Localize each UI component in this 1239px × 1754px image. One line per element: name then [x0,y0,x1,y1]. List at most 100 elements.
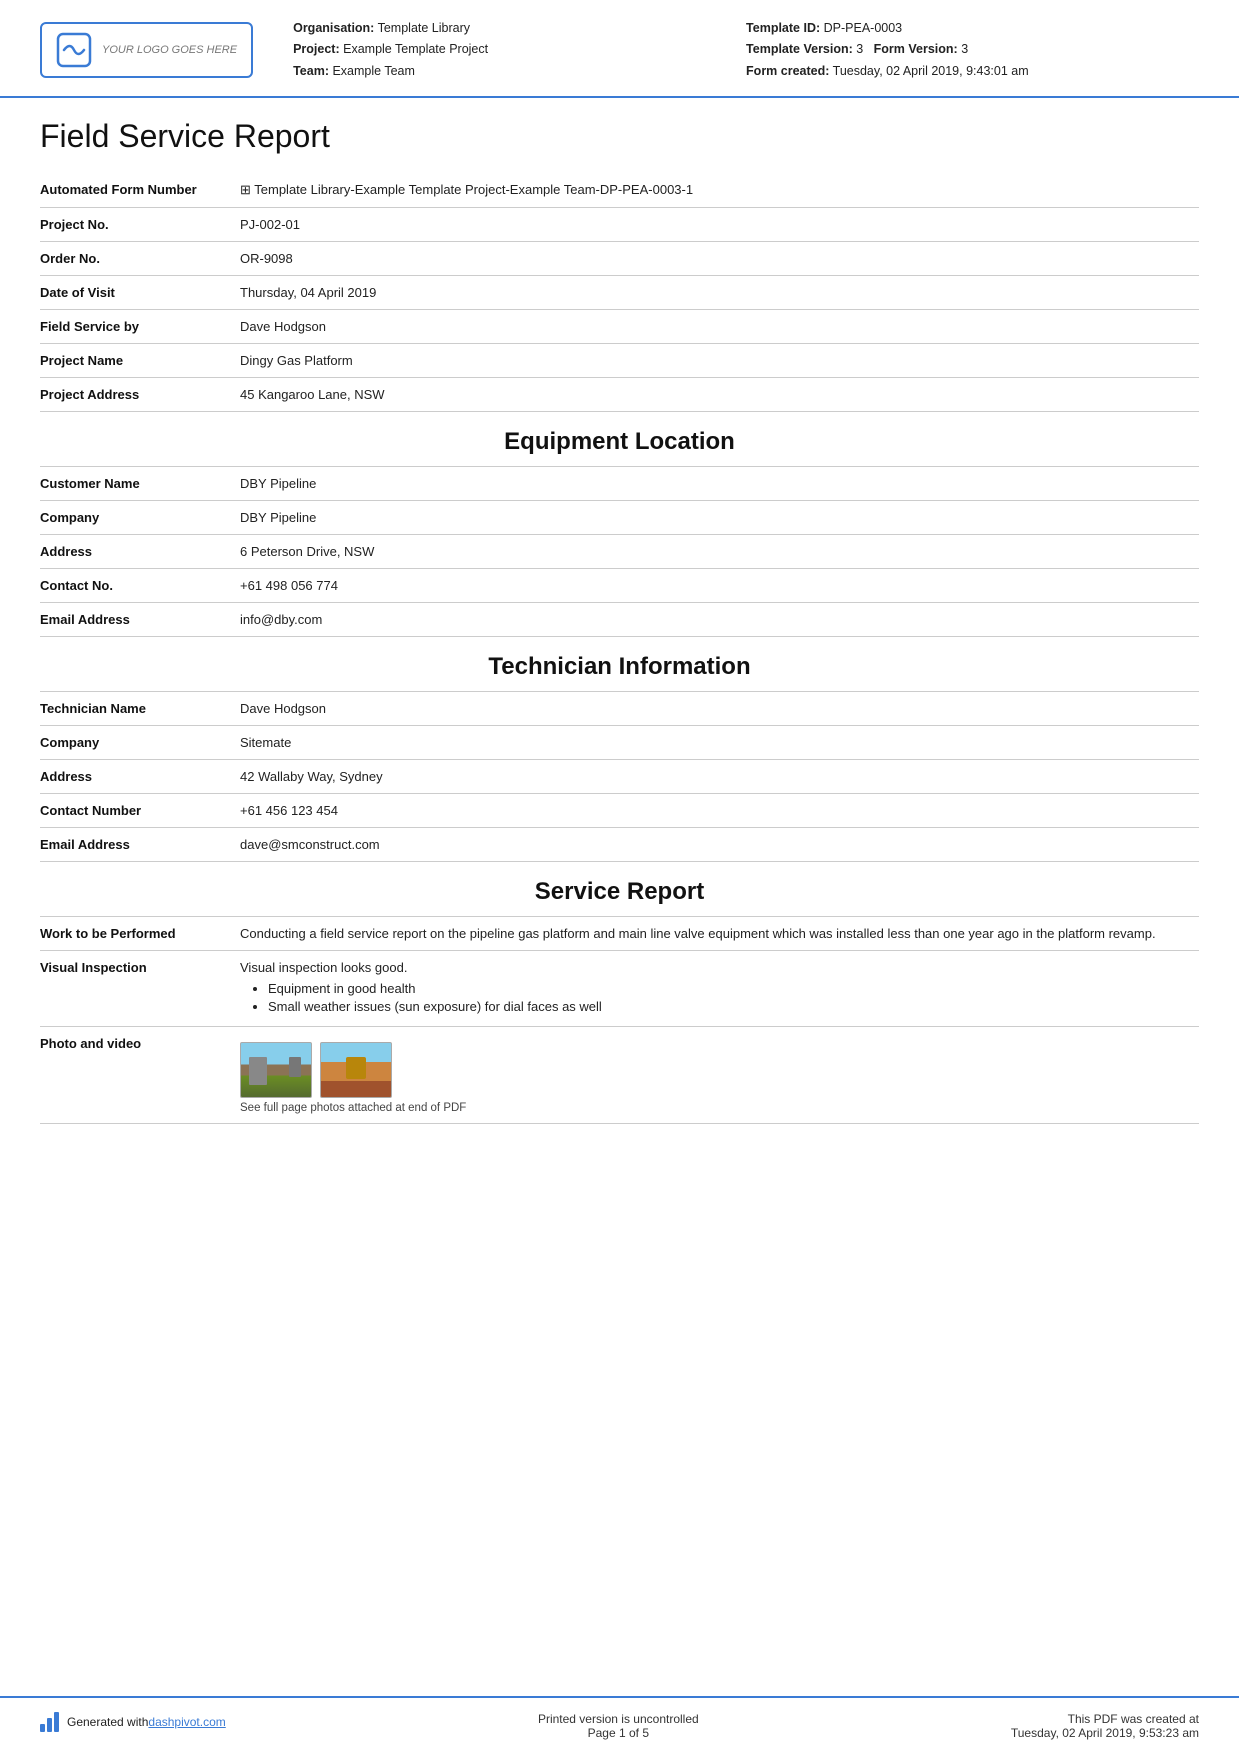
field-label: Field Service by [40,309,240,343]
field-label: Technician Name [40,692,240,726]
field-label: Address [40,534,240,568]
field-value: 6 Peterson Drive, NSW [240,534,1199,568]
logo-text: YOUR LOGO GOES HERE [102,43,237,57]
field-value: PJ-002-01 [240,207,1199,241]
field-label: Contact No. [40,568,240,602]
page-number: Page 1 of 5 [538,1726,699,1740]
uncontrolled-text: Printed version is uncontrolled [538,1712,699,1726]
field-value: DBY Pipeline [240,467,1199,501]
field-label: Customer Name [40,467,240,501]
table-row: Visual InspectionVisual inspection looks… [40,950,1199,1026]
main-fields-table: Automated Form Number⊞ Template Library-… [40,173,1199,412]
field-value: Sitemate [240,725,1199,759]
field-label: Contact Number [40,793,240,827]
photo-thumb-2 [320,1042,392,1098]
table-row: Project No.PJ-002-01 [40,207,1199,241]
field-value: DBY Pipeline [240,500,1199,534]
table-row: Project NameDingy Gas Platform [40,343,1199,377]
generated-text: Generated with [67,1715,148,1729]
field-label: Address [40,759,240,793]
table-row: Technician NameDave Hodgson [40,692,1199,726]
field-value: info@dby.com [240,602,1199,636]
bar1 [40,1724,45,1732]
table-row: Project Address45 Kangaroo Lane, NSW [40,377,1199,411]
field-value: +61 456 123 454 [240,793,1199,827]
field-value: Dave Hodgson [240,692,1199,726]
table-row: Address42 Wallaby Way, Sydney [40,759,1199,793]
header-meta-left: Organisation: Template Library Project: … [293,18,746,82]
field-label: Project Address [40,377,240,411]
field-label: Project Name [40,343,240,377]
section-fields-table: Technician NameDave HodgsonCompanySitema… [40,692,1199,862]
field-label: Photo and video [40,1026,240,1123]
field-label: Order No. [40,241,240,275]
photo-container [240,1042,1191,1098]
field-label: Email Address [40,827,240,861]
field-value: Visual inspection looks good.Equipment i… [240,950,1199,1026]
bar2 [47,1718,52,1732]
field-label: Company [40,500,240,534]
field-value: OR-9098 [240,241,1199,275]
dashpivot-link[interactable]: dashpivot.com [148,1715,225,1729]
team-line: Team: Example Team [293,61,746,82]
field-label: Automated Form Number [40,173,240,208]
field-label: Project No. [40,207,240,241]
field-value: Conducting a field service report on the… [240,917,1199,951]
table-row: Automated Form Number⊞ Template Library-… [40,173,1199,208]
table-row: Email Addressinfo@dby.com [40,602,1199,636]
field-value: See full page photos attached at end of … [240,1026,1199,1123]
field-value: +61 498 056 774 [240,568,1199,602]
content: Field Service Report Automated Form Numb… [0,98,1239,1696]
project-line: Project: Example Template Project [293,39,746,60]
field-value: ⊞ Template Library-Example Template Proj… [240,173,1199,208]
field-value: 42 Wallaby Way, Sydney [240,759,1199,793]
section-heading: Technician Information [40,637,1199,692]
table-row: CompanySitemate [40,725,1199,759]
logo-icon [56,32,92,68]
table-row: Address6 Peterson Drive, NSW [40,534,1199,568]
footer-left: Generated with dashpivot.com [40,1712,226,1732]
field-value: dave@smconstruct.com [240,827,1199,861]
section-heading: Service Report [40,862,1199,917]
header-meta: Organisation: Template Library Project: … [293,18,1199,82]
footer-center: Printed version is uncontrolled Page 1 o… [538,1712,699,1740]
table-row: Email Addressdave@smconstruct.com [40,827,1199,861]
page: YOUR LOGO GOES HERE Organisation: Templa… [0,0,1239,1754]
field-label: Date of Visit [40,275,240,309]
header-meta-right: Template ID: DP-PEA-0003 Template Versio… [746,18,1199,82]
section-heading: Equipment Location [40,412,1199,467]
table-row: Field Service byDave Hodgson [40,309,1199,343]
field-label: Visual Inspection [40,950,240,1026]
list-item: Small weather issues (sun exposure) for … [268,999,1191,1014]
section-fields-table: Work to be PerformedConducting a field s… [40,917,1199,1124]
footer-right: This PDF was created at Tuesday, 02 Apri… [1011,1712,1199,1740]
field-value: 45 Kangaroo Lane, NSW [240,377,1199,411]
list-item: Equipment in good health [268,981,1191,996]
field-label: Email Address [40,602,240,636]
table-row: Work to be PerformedConducting a field s… [40,917,1199,951]
footer: Generated with dashpivot.com Printed ver… [0,1696,1239,1754]
page-title: Field Service Report [40,118,1199,155]
table-row: Contact No.+61 498 056 774 [40,568,1199,602]
template-id-line: Template ID: DP-PEA-0003 [746,18,1199,39]
field-value: Thursday, 04 April 2019 [240,275,1199,309]
pdf-created-label: This PDF was created at [1011,1712,1199,1726]
form-created-line: Form created: Tuesday, 02 April 2019, 9:… [746,61,1199,82]
table-row: CompanyDBY Pipeline [40,500,1199,534]
field-value: Dingy Gas Platform [240,343,1199,377]
pdf-created-value: Tuesday, 02 April 2019, 9:53:23 am [1011,1726,1199,1740]
table-row: Date of VisitThursday, 04 April 2019 [40,275,1199,309]
table-row: Customer NameDBY Pipeline [40,467,1199,501]
bar3 [54,1712,59,1732]
version-line: Template Version: 3 Form Version: 3 [746,39,1199,60]
photo-caption: See full page photos attached at end of … [240,1102,1191,1114]
field-value: Dave Hodgson [240,309,1199,343]
table-row: Photo and videoSee full page photos atta… [40,1026,1199,1123]
field-label: Company [40,725,240,759]
header: YOUR LOGO GOES HERE Organisation: Templa… [0,0,1239,98]
photo-thumb-1 [240,1042,312,1098]
table-row: Order No.OR-9098 [40,241,1199,275]
section-fields-table: Customer NameDBY PipelineCompanyDBY Pipe… [40,467,1199,637]
table-row: Contact Number+61 456 123 454 [40,793,1199,827]
footer-bars-icon [40,1712,59,1732]
